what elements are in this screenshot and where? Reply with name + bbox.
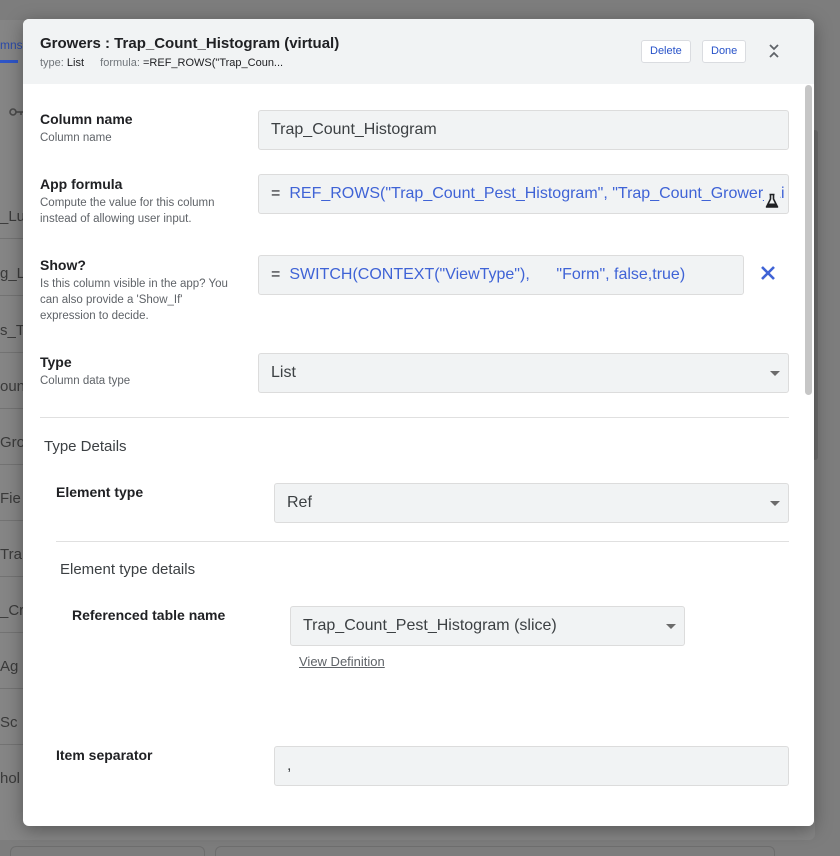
type-hint: Column data type: [40, 375, 131, 387]
app-formula-input[interactable]: = REF_ROWS("Trap_Count_Pest_Histogram", "…: [258, 174, 789, 214]
column-name-hint: Column name: [40, 132, 112, 144]
done-button[interactable]: Done: [702, 40, 747, 63]
element-type-select[interactable]: Ref: [274, 483, 789, 523]
app-formula-value: REF_ROWS("Trap_Count_Pest_Histogram", "T…: [289, 185, 785, 202]
background-row: g_L: [0, 265, 24, 282]
show-label: Show?: [40, 257, 86, 273]
show-input[interactable]: = SWITCH(CONTEXT("ViewType"), "Form", fal…: [258, 255, 744, 295]
background-row: _Cr: [0, 602, 24, 619]
background-row-divider: [0, 576, 24, 577]
app-formula-label: App formula: [40, 176, 123, 192]
background-bottom-card: [215, 846, 775, 856]
formula-equals-sign: =: [271, 185, 281, 202]
background-row-divider: [0, 632, 24, 633]
background-row: s_T: [0, 322, 24, 339]
background-row: Gro: [0, 434, 24, 451]
key-icon: [8, 104, 24, 123]
section-divider: [40, 417, 789, 418]
type-label: type:: [40, 57, 64, 69]
background-row-divider: [0, 464, 24, 465]
column-name-input[interactable]: Trap_Count_Histogram: [258, 110, 789, 150]
background-row-divider: [0, 238, 24, 239]
flask-icon[interactable]: [764, 186, 780, 208]
background-row: oun: [0, 378, 24, 395]
background-tab-indicator: [0, 60, 18, 63]
referenced-table-select[interactable]: Trap_Count_Pest_Histogram (slice): [290, 606, 685, 646]
formula-equals-sign: =: [271, 266, 281, 283]
background-row-divider: [0, 744, 24, 745]
show-formula-value: SWITCH(CONTEXT("ViewType"), "Form", fals…: [289, 266, 686, 283]
background-row: _Lu: [0, 208, 24, 225]
background-row: hol: [0, 770, 21, 787]
background-tab-columns: mns: [0, 38, 23, 52]
background-bottom-card: [10, 846, 205, 856]
formula-label: formula:: [100, 57, 140, 69]
background-row: Tra: [0, 546, 22, 563]
background-row: Fie: [0, 490, 21, 507]
item-separator-input[interactable]: ,: [274, 746, 789, 786]
section-divider: [56, 541, 789, 542]
type-label: Type: [40, 354, 72, 370]
background-row-divider: [0, 520, 24, 521]
referenced-table-value: Trap_Count_Pest_Histogram (slice): [303, 617, 557, 634]
referenced-table-label: Referenced table name: [72, 607, 226, 623]
background-row-divider: [0, 688, 24, 689]
background-row: Ag: [0, 658, 19, 675]
element-type-details-heading: Element type details: [60, 561, 196, 578]
chevron-down-icon: [666, 624, 676, 629]
column-name-value: Trap_Count_Histogram: [271, 121, 437, 138]
background-row-divider: [0, 408, 24, 409]
column-name-label: Column name: [40, 111, 133, 127]
close-icon[interactable]: [758, 263, 778, 283]
type-select-value: List: [271, 364, 296, 381]
type-select[interactable]: List: [258, 353, 789, 393]
app-formula-hint: Compute the value for this column instea…: [40, 197, 215, 225]
element-type-label: Element type: [56, 484, 144, 500]
element-type-value: Ref: [287, 494, 312, 511]
view-definition-link[interactable]: View Definition: [299, 654, 385, 669]
item-separator-label: Item separator: [56, 747, 153, 763]
dialog-header: Growers : Trap_Count_Histogram (virtual)…: [23, 19, 814, 84]
type-value: List: [66, 57, 85, 69]
dialog-subtitle: type: List formula: =REF_ROWS("Trap_Coun…: [40, 57, 283, 69]
delete-button[interactable]: Delete: [641, 40, 691, 63]
background-row: Sc: [0, 714, 18, 731]
item-separator-value: ,: [287, 757, 292, 774]
collapse-icon[interactable]: [763, 40, 785, 62]
formula-value: =REF_ROWS("Trap_Coun...: [142, 57, 284, 69]
chevron-down-icon: [770, 501, 780, 506]
show-hint: Is this column visible in the app? You c…: [40, 278, 228, 322]
chevron-down-icon: [770, 371, 780, 376]
background-row-divider: [0, 295, 24, 296]
dialog-scrollbar-thumb[interactable]: [805, 85, 812, 395]
dialog-title: Growers : Trap_Count_Histogram (virtual): [40, 35, 340, 52]
column-editor-dialog: Growers : Trap_Count_Histogram (virtual)…: [23, 19, 814, 826]
background-row-divider: [0, 352, 24, 353]
type-details-heading: Type Details: [44, 438, 127, 455]
